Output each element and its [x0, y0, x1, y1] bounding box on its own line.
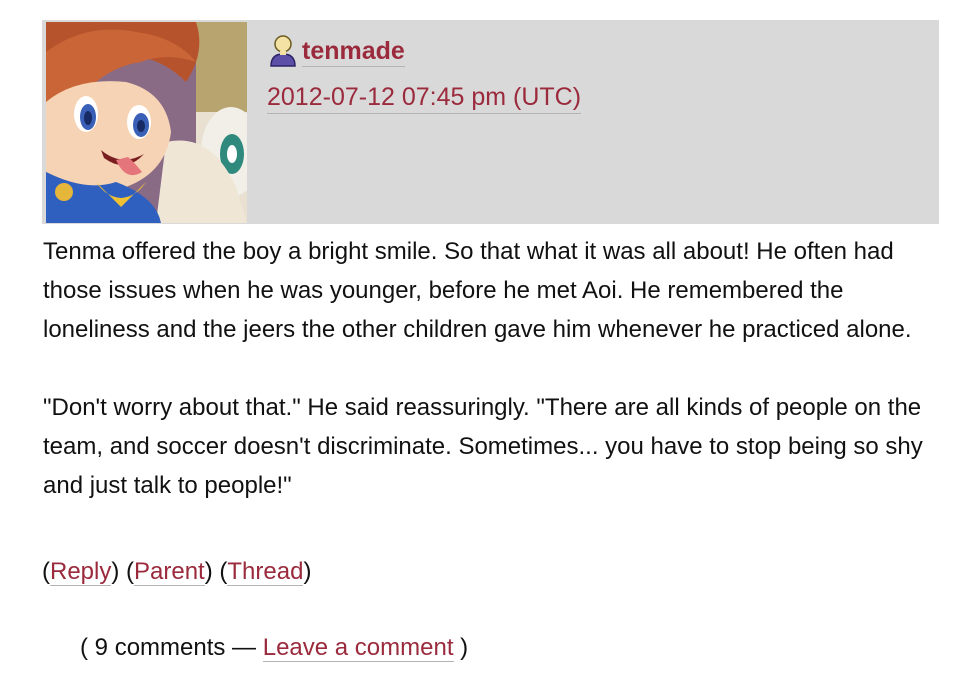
- comment-paragraph: "Don't worry about that." He said reassu…: [43, 394, 923, 499]
- user-icon[interactable]: [268, 34, 298, 68]
- comment-paragraph: Tenma offered the boy a bright smile. So…: [43, 238, 912, 343]
- comments-footer: ( 9 comments — Leave a comment ): [80, 634, 469, 662]
- user-row: tenmade: [268, 34, 405, 68]
- username-link[interactable]: tenmade: [302, 36, 405, 67]
- timestamp-link[interactable]: 2012-07-12 07:45 pm (UTC): [267, 82, 582, 114]
- leave-comment-link[interactable]: Leave a comment: [262, 634, 454, 662]
- comment-body: Tenma offered the boy a bright smile. So…: [43, 232, 938, 505]
- thread-link[interactable]: Thread: [227, 558, 304, 586]
- avatar-image: [46, 22, 247, 223]
- comment-count: 9 comments: [94, 634, 226, 661]
- avatar[interactable]: [46, 22, 247, 223]
- comment-actions: (Reply) (Parent) (Thread): [42, 558, 312, 586]
- reply-link[interactable]: Reply: [50, 558, 112, 586]
- parent-link[interactable]: Parent: [134, 558, 205, 586]
